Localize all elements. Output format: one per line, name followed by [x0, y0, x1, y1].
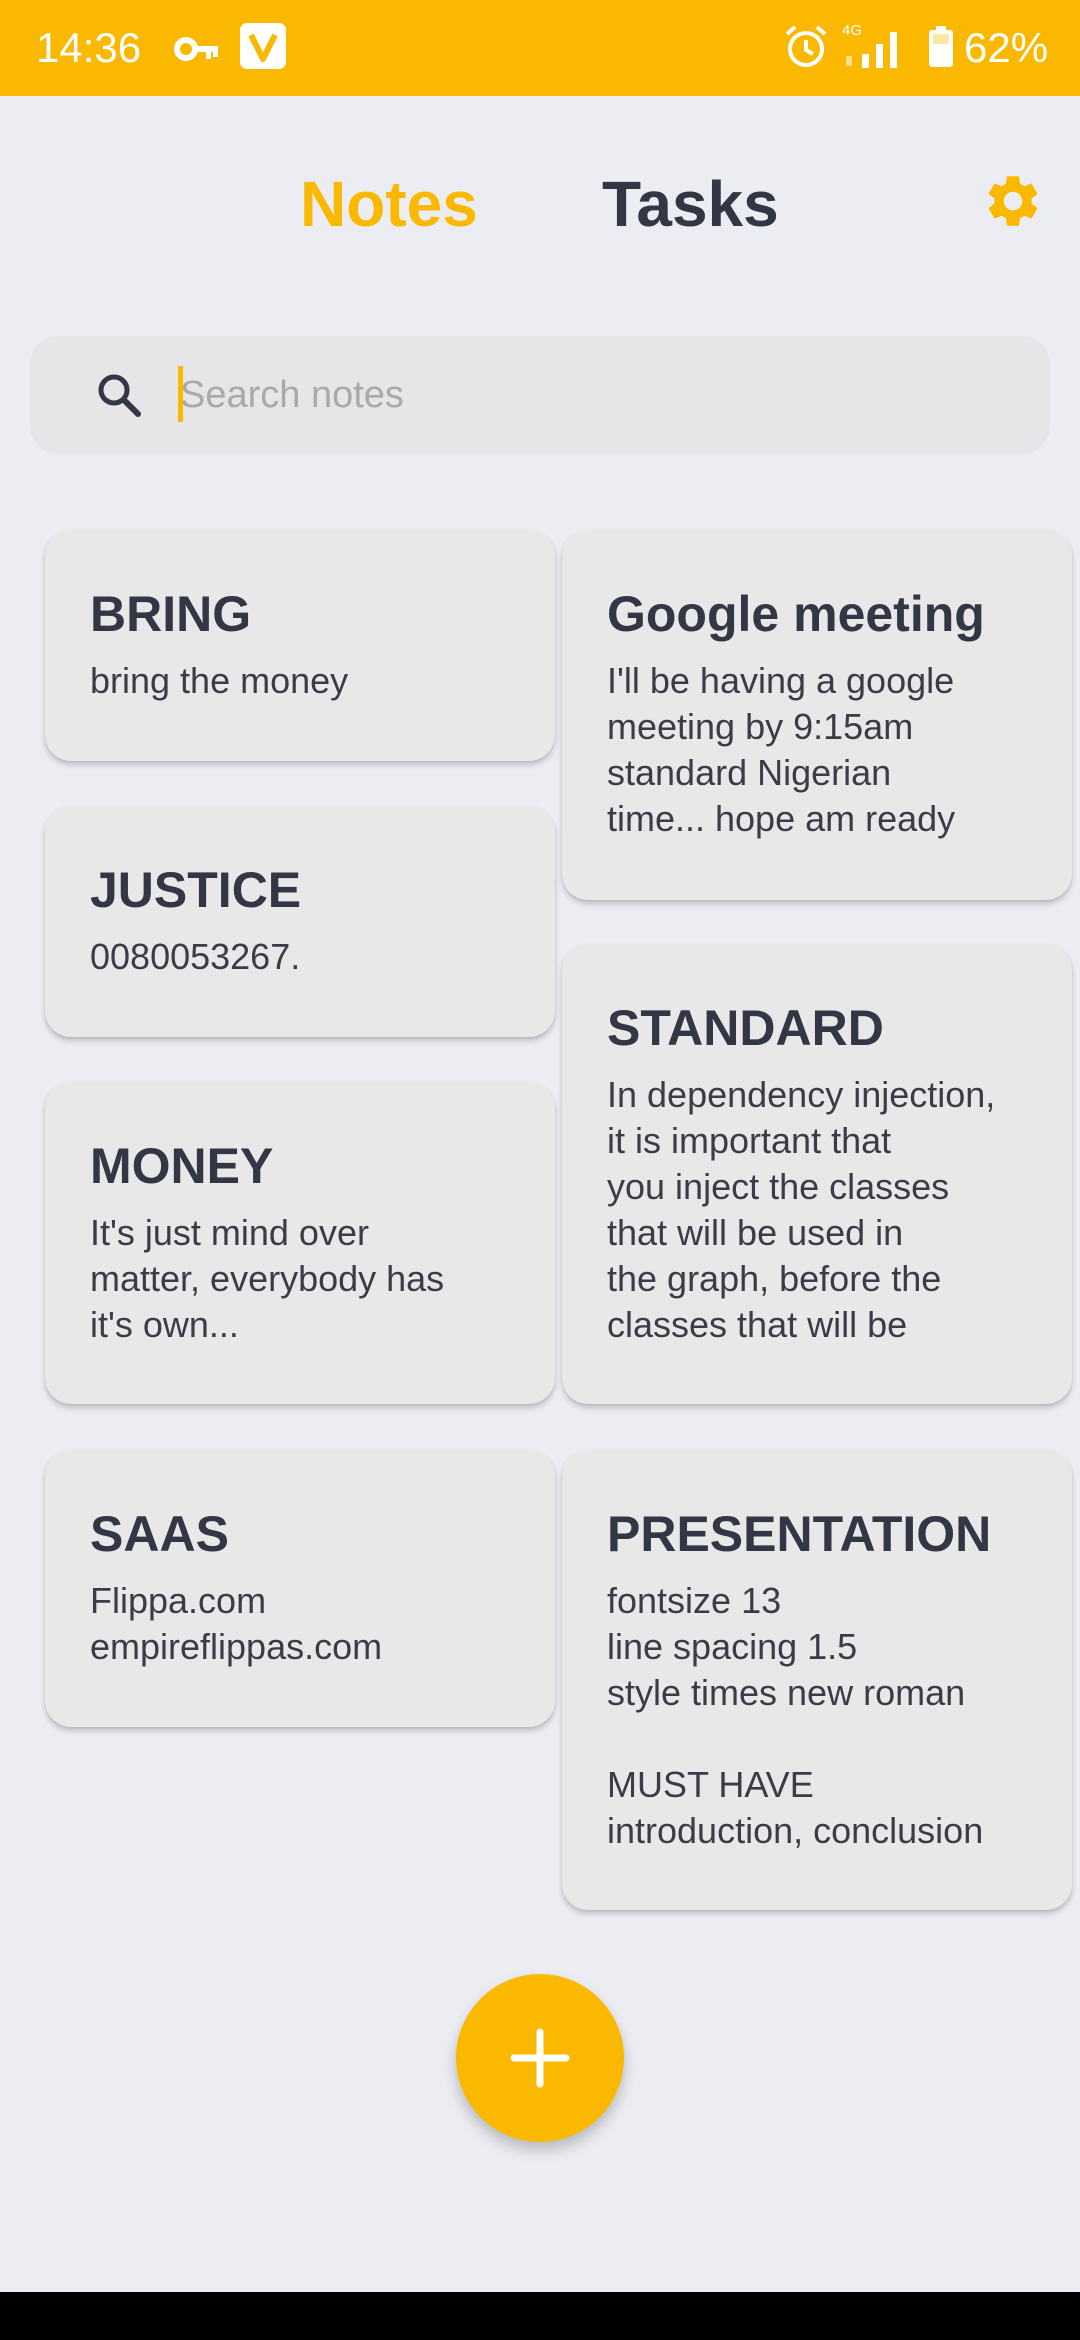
note-card[interactable]: MONEY It's just mind over matter, everyb… — [45, 1082, 555, 1404]
note-body: I'll be having a google meeting by 9:15a… — [607, 660, 956, 839]
signal-icon — [846, 32, 897, 68]
note-title: JUSTICE — [90, 862, 302, 918]
note-title: STANDARD — [607, 1000, 884, 1056]
battery-icon — [929, 26, 953, 67]
note-title: SAAS — [90, 1506, 229, 1562]
text-cursor — [178, 366, 183, 422]
system-navigation-bar — [0, 2292, 1080, 2340]
alarm-icon — [785, 25, 827, 67]
note-card[interactable]: Google meeting I'll be having a google m… — [562, 530, 1072, 900]
battery-percentage: 62% — [964, 24, 1049, 71]
search-bar[interactable] — [30, 336, 1050, 454]
gear-icon[interactable] — [982, 170, 1044, 232]
note-body: In dependency injection, it is important… — [607, 1074, 996, 1345]
note-body: Flippa.com empireflippas.com — [90, 1580, 383, 1667]
plus-icon — [510, 2028, 570, 2088]
note-card[interactable]: BRING bring the money — [45, 530, 555, 761]
note-body: It's just mind over matter, everybody ha… — [90, 1212, 445, 1345]
note-card[interactable]: JUSTICE 0080053267. — [45, 806, 555, 1037]
note-title: BRING — [90, 586, 252, 642]
note-card[interactable]: SAAS Flippa.com empireflippas.com — [45, 1450, 555, 1727]
tab-tasks[interactable]: Tasks — [602, 164, 779, 244]
note-title: PRESENTATION — [607, 1506, 992, 1562]
note-card[interactable]: STANDARD In dependency injection, it is … — [562, 944, 1072, 1404]
search-icon — [98, 374, 141, 417]
tab-notes[interactable]: Notes — [300, 164, 478, 244]
note-card[interactable]: PRESENTATION fontsize 13 line spacing 1.… — [562, 1450, 1072, 1910]
status-time: 14:36 — [36, 24, 142, 71]
vpn-icon — [240, 23, 286, 69]
note-body: fontsize 13 line spacing 1.5 style times… — [607, 1580, 984, 1851]
note-body: bring the money — [90, 660, 349, 701]
note-body: 0080053267. — [90, 936, 301, 977]
note-title: MONEY — [90, 1138, 274, 1194]
status-bar: 14:36 4G 62% — [0, 0, 1080, 96]
key-icon — [174, 37, 218, 61]
note-title: Google meeting — [607, 586, 985, 642]
add-note-button[interactable] — [456, 1974, 624, 2142]
search-input[interactable] — [180, 336, 1020, 454]
